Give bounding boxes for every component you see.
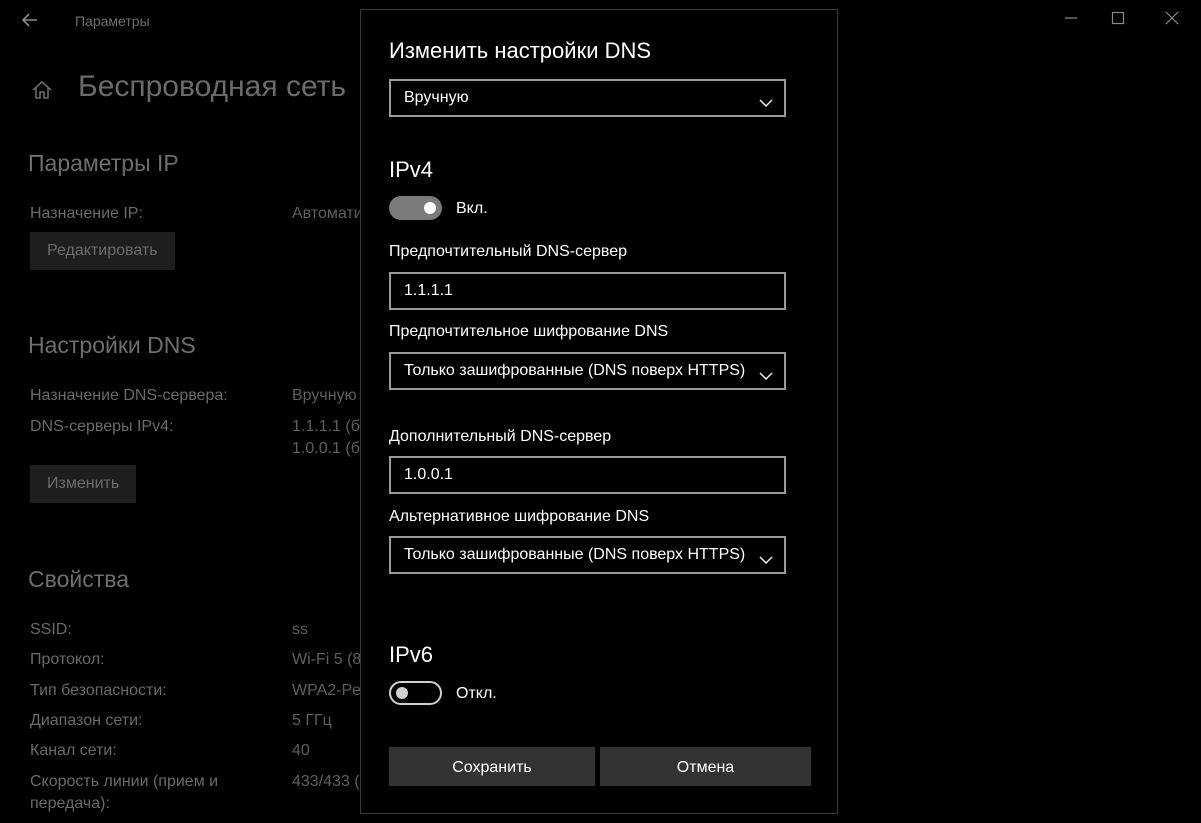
dns-section-heading: Настройки DNS [28, 332, 196, 358]
preferred-dns-label: Предпочтительный DNS-сервер [389, 243, 628, 260]
prop-label: передача): [30, 795, 110, 812]
dialog-title: Изменить настройки DNS [389, 38, 652, 63]
prop-label: SSID: [30, 621, 72, 638]
prop-value: 40 [292, 742, 310, 759]
ipv6-heading: IPv6 [389, 642, 434, 667]
page-title: Беспроводная сеть [78, 70, 347, 103]
dns-server-2: 1.0.0.1 (бе [292, 440, 369, 457]
prop-value: Wi-Fi 5 (8 [292, 651, 362, 668]
alternate-encryption-label: Альтернативное шифрование DNS [389, 508, 650, 525]
ipv6-toggle-label: Откл. [456, 685, 497, 702]
toggle-knob [396, 687, 408, 699]
ip-assignment-label: Назначение IP: [30, 205, 143, 222]
ip-assignment-value: Автомати [292, 205, 363, 222]
cancel-button[interactable]: Отмена [600, 747, 811, 786]
ipv4-heading: IPv4 [389, 157, 434, 182]
dns-mode-value: Вручную [404, 89, 469, 106]
dns-assignment-value: Вручную [292, 387, 357, 404]
ipv4-toggle-label: Вкл. [456, 200, 488, 217]
preferred-encryption-select[interactable]: Только зашифрованные (DNS поверх HTTPS) [389, 352, 786, 390]
dns-settings-dialog: Изменить настройки DNS Вручную IPv4 Вкл.… [360, 9, 838, 814]
back-arrow-icon[interactable] [20, 10, 40, 30]
ip-section-heading: Параметры IP [28, 150, 179, 176]
change-dns-button[interactable]: Изменить [30, 465, 137, 503]
ipv6-toggle[interactable] [389, 681, 442, 705]
chevron-down-icon [758, 90, 774, 107]
preferred-dns-input[interactable]: 1.1.1.1 [389, 272, 786, 310]
home-icon[interactable] [30, 78, 54, 102]
prop-value: WPA2-Pe [292, 682, 362, 699]
prop-label: Канал сети: [30, 742, 117, 759]
prop-label: Скорость линии (прием и [30, 773, 219, 790]
dns-servers-label: DNS-серверы IPv4: [30, 418, 174, 435]
prop-label: Тип безопасности: [30, 682, 167, 699]
dns-assignment-label: Назначение DNS-сервера: [30, 387, 228, 404]
ipv4-toggle[interactable] [389, 196, 442, 220]
app-title: Параметры [75, 13, 150, 29]
prop-label: Протокол: [30, 651, 105, 668]
chevron-down-icon [758, 363, 774, 380]
properties-heading: Свойства [28, 566, 129, 592]
close-icon[interactable] [1157, 8, 1187, 34]
maximize-icon[interactable] [1103, 8, 1133, 34]
edit-ip-button[interactable]: Редактировать [30, 232, 175, 270]
prop-value: 433/433 ( [292, 773, 360, 790]
alternate-dns-label: Дополнительный DNS-сервер [389, 428, 612, 445]
preferred-encryption-value: Только зашифрованные (DNS поверх HTTPS) [404, 362, 746, 379]
prop-value: 5 ГГц [292, 712, 332, 729]
minimize-icon[interactable] [1056, 8, 1086, 34]
prop-label: Диапазон сети: [30, 712, 143, 729]
save-button[interactable]: Сохранить [389, 747, 595, 786]
prop-value: ss [292, 621, 308, 638]
toggle-knob [424, 202, 436, 214]
dns-mode-select[interactable]: Вручную [389, 79, 786, 117]
preferred-encryption-label: Предпочтительное шифрование DNS [389, 323, 669, 340]
alternate-encryption-select[interactable]: Только зашифрованные (DNS поверх HTTPS) [389, 536, 786, 574]
chevron-down-icon [758, 547, 774, 564]
alternate-encryption-value: Только зашифрованные (DNS поверх HTTPS) [404, 546, 746, 563]
alternate-dns-input[interactable]: 1.0.0.1 [389, 456, 786, 494]
